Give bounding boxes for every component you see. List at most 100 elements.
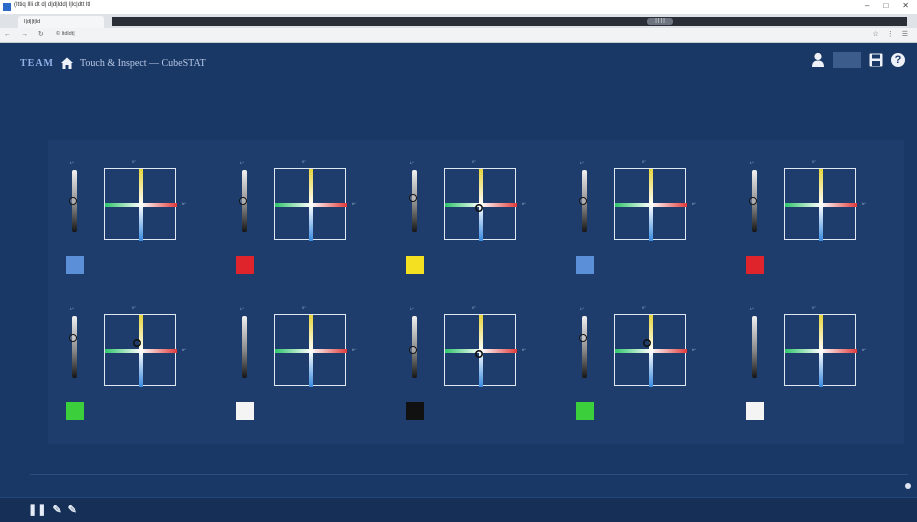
plot-top-label: 0° bbox=[472, 305, 476, 310]
lightness-knob[interactable] bbox=[69, 197, 77, 205]
plot-top-label: 0° bbox=[812, 305, 816, 310]
color-axes-chart bbox=[615, 169, 687, 241]
slider-label: L* bbox=[70, 160, 74, 165]
color-axes-chart bbox=[275, 169, 347, 241]
plot-right-label: b* bbox=[352, 201, 356, 206]
measurement-cell[interactable]: L* 0° b* bbox=[54, 294, 218, 440]
color-plot[interactable] bbox=[614, 168, 687, 241]
home-icon[interactable] bbox=[60, 56, 74, 70]
lightness-slider[interactable] bbox=[579, 316, 587, 378]
color-swatch[interactable] bbox=[746, 256, 764, 274]
edit-icon[interactable]: ✎ bbox=[52, 503, 61, 516]
color-swatch[interactable] bbox=[576, 402, 594, 420]
slider-label: L* bbox=[580, 306, 584, 311]
lightness-slider[interactable] bbox=[752, 316, 757, 378]
measurement-cell[interactable]: L* 0° b* bbox=[224, 294, 388, 440]
b-axis-bar bbox=[309, 315, 313, 387]
measurement-cell[interactable]: L* 0° b* bbox=[734, 294, 898, 440]
user-icon[interactable] bbox=[811, 52, 825, 68]
color-swatch[interactable] bbox=[66, 402, 84, 420]
b-axis-bar bbox=[649, 315, 653, 387]
minimize-button[interactable]: – bbox=[865, 1, 869, 10]
measurement-cell[interactable]: L* 0° b* bbox=[564, 148, 728, 294]
bottom-icons: ❚❚ ✎ ✎ bbox=[28, 503, 77, 516]
lightness-slider[interactable] bbox=[579, 170, 587, 232]
lightness-knob[interactable] bbox=[239, 197, 247, 205]
lightness-knob[interactable] bbox=[69, 334, 77, 342]
plot-right-label: b* bbox=[692, 347, 696, 352]
brand-logo: TEAM bbox=[20, 57, 54, 69]
lightness-knob[interactable] bbox=[579, 197, 587, 205]
lightness-knob[interactable] bbox=[409, 194, 417, 202]
color-axes-chart bbox=[445, 315, 517, 387]
scroll-indicator[interactable] bbox=[905, 483, 911, 489]
measurement-cell[interactable]: L* 0° b* bbox=[564, 294, 728, 440]
color-swatch[interactable] bbox=[576, 256, 594, 274]
lightness-slider[interactable] bbox=[749, 170, 757, 232]
lightness-slider[interactable] bbox=[409, 170, 417, 232]
slider-label: L* bbox=[750, 160, 754, 165]
color-swatch[interactable] bbox=[236, 256, 254, 274]
color-plot[interactable] bbox=[444, 168, 517, 241]
lightness-knob[interactable] bbox=[409, 346, 417, 354]
slider-label: L* bbox=[750, 306, 754, 311]
plot-top-label: 0° bbox=[642, 159, 646, 164]
lightness-knob[interactable] bbox=[749, 197, 757, 205]
measurement-cell[interactable]: L* 0° b* bbox=[734, 148, 898, 294]
window-title: (Ittiq Illi dt d| d|d|ldd| l|lc|dtt ltl bbox=[14, 2, 91, 8]
browser-menu-icons[interactable]: ☆ ⋮ ☰ bbox=[873, 30, 911, 38]
color-plot[interactable] bbox=[104, 314, 177, 387]
color-plot[interactable] bbox=[274, 168, 347, 241]
browser-app-icon bbox=[3, 3, 11, 11]
tab-strip: | | | | bbox=[112, 17, 907, 26]
plot-top-label: 0° bbox=[132, 305, 136, 310]
slider-label: L* bbox=[410, 306, 414, 311]
browser-tabbar: I|d||t|ld | | | | bbox=[0, 14, 917, 28]
slider-label: L* bbox=[70, 306, 74, 311]
measurement-cell[interactable]: L* 0° b* bbox=[394, 148, 558, 294]
edit-alt-icon[interactable]: ✎ bbox=[68, 503, 77, 516]
plot-right-label: b* bbox=[182, 201, 186, 206]
plot-top-label: 0° bbox=[302, 305, 306, 310]
lightness-slider[interactable] bbox=[69, 316, 77, 378]
b-axis-bar bbox=[139, 169, 143, 241]
color-swatch[interactable] bbox=[236, 402, 254, 420]
close-window-button[interactable]: ✕ bbox=[902, 1, 909, 10]
color-axes-chart bbox=[785, 169, 857, 241]
color-plot[interactable] bbox=[614, 314, 687, 387]
maximize-button[interactable]: □ bbox=[883, 1, 888, 10]
plot-right-label: b* bbox=[352, 347, 356, 352]
lightness-slider[interactable] bbox=[409, 316, 417, 378]
b-axis-bar bbox=[819, 169, 823, 241]
lightness-slider[interactable] bbox=[69, 170, 77, 232]
app-header: TEAM Touch & Inspect — CubeSTAT bbox=[20, 52, 206, 74]
measurement-cell[interactable]: L* 0° b* bbox=[54, 148, 218, 294]
window-titlebar: (Ittiq Illi dt d| d|d|ldd| l|lc|dtt ltl … bbox=[0, 0, 917, 15]
browser-tab[interactable]: I|d||t|ld bbox=[18, 16, 104, 28]
color-plot[interactable] bbox=[104, 168, 177, 241]
url-field[interactable]: © ltdldt| bbox=[56, 31, 75, 37]
plot-top-label: 0° bbox=[302, 159, 306, 164]
lightness-slider[interactable] bbox=[239, 170, 247, 232]
color-swatch[interactable] bbox=[66, 256, 84, 274]
color-swatch[interactable] bbox=[406, 402, 424, 420]
measurement-panel: L* 0° b* L* 0° b* L* 0° b* L* 0° b* L* 0… bbox=[48, 140, 904, 444]
color-swatch[interactable] bbox=[746, 402, 764, 420]
color-plot[interactable] bbox=[274, 314, 347, 387]
color-plot[interactable] bbox=[444, 314, 517, 387]
nav-icons[interactable]: ← → ↻ bbox=[4, 30, 48, 38]
color-swatch[interactable] bbox=[406, 256, 424, 274]
lightness-slider[interactable] bbox=[242, 316, 247, 378]
save-icon[interactable] bbox=[869, 53, 883, 67]
color-plot[interactable] bbox=[784, 314, 857, 387]
lightness-knob[interactable] bbox=[579, 334, 587, 342]
help-icon[interactable]: ? bbox=[891, 53, 905, 67]
tab-strip-pill[interactable]: | | | | bbox=[647, 18, 673, 25]
measurement-cell[interactable]: L* 0° b* bbox=[224, 148, 388, 294]
measurement-cell[interactable]: L* 0° b* bbox=[394, 294, 558, 440]
plot-top-label: 0° bbox=[472, 159, 476, 164]
color-plot[interactable] bbox=[784, 168, 857, 241]
pause-icon[interactable]: ❚❚ bbox=[28, 503, 46, 516]
slider-label: L* bbox=[240, 306, 244, 311]
plot-top-label: 0° bbox=[642, 305, 646, 310]
